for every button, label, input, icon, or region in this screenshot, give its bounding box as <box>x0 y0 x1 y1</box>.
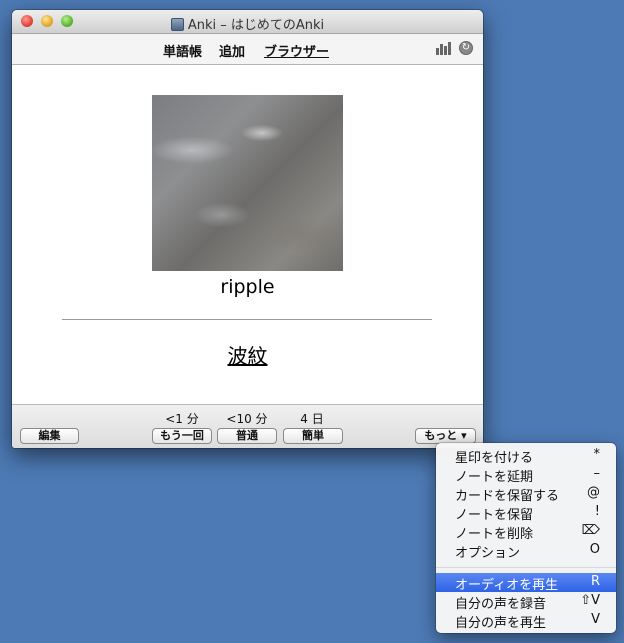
interval-easy: 4 日 <box>300 412 324 426</box>
decks-link[interactable]: 単語帳 <box>163 41 202 60</box>
answer-divider <box>62 319 432 320</box>
menu-item-replay-audio[interactable]: オーディオを再生 R <box>436 573 616 593</box>
menu-item-bury-note[interactable]: ノートを延期 – <box>436 465 616 485</box>
window-title-area: Anki – はじめてのAnki <box>12 14 483 33</box>
interval-again: <1 分 <box>165 412 199 426</box>
window-title: Anki – はじめてのAnki <box>187 18 325 33</box>
interval-good: <10 分 <box>226 412 268 426</box>
answer-bar: 編集 <1 分 <10 分 4 日 もう一回 普通 簡単 もっと ▾ <box>12 404 483 448</box>
more-button[interactable]: もっと ▾ <box>415 428 476 444</box>
browse-link[interactable]: ブラウザー <box>264 41 329 60</box>
again-button[interactable]: もう一回 <box>152 428 212 444</box>
easy-button[interactable]: 簡単 <box>283 428 343 444</box>
menu-item-record-voice[interactable]: 自分の声を録音 ⇧V <box>436 592 616 612</box>
card-image <box>152 95 343 271</box>
menu-item-suspend-note[interactable]: ノートを保留! <box>436 503 616 523</box>
menu-item-replay-voice[interactable]: 自分の声を再生 V <box>436 611 616 631</box>
menu-item-delete-note[interactable]: ノートを削除 ⌦ <box>436 522 616 542</box>
card-front-text: ripple <box>220 276 275 298</box>
add-link[interactable]: 追加 <box>219 41 245 60</box>
title-bar[interactable]: Anki – はじめてのAnki <box>12 10 483 34</box>
anki-window: Anki – はじめてのAnki 単語帳 追加 ブラウザー ↻ ripple 波… <box>12 10 483 448</box>
card-view: ripple 波紋 <box>12 65 483 404</box>
card-back-text: 波紋 <box>227 344 268 368</box>
menu-item-options[interactable]: オプション O <box>436 541 616 561</box>
menu-separator <box>436 567 616 568</box>
sync-icon[interactable]: ↻ <box>459 41 473 55</box>
menu-item-suspend-card[interactable]: カードを保留する @ <box>436 484 616 504</box>
stats-icon[interactable] <box>436 42 451 55</box>
good-button[interactable]: 普通 <box>217 428 277 444</box>
top-toolbar: 単語帳 追加 ブラウザー ↻ <box>12 34 483 65</box>
edit-button[interactable]: 編集 <box>20 428 79 444</box>
menu-item-flag[interactable]: 星印を付ける * <box>436 446 616 466</box>
more-dropdown-menu: 星印を付ける * ノートを延期 – カードを保留する @ ノートを保留! ノートを削除… <box>436 443 616 633</box>
anki-app-icon <box>170 18 184 31</box>
delete-key-icon: ⌦ <box>581 523 600 538</box>
